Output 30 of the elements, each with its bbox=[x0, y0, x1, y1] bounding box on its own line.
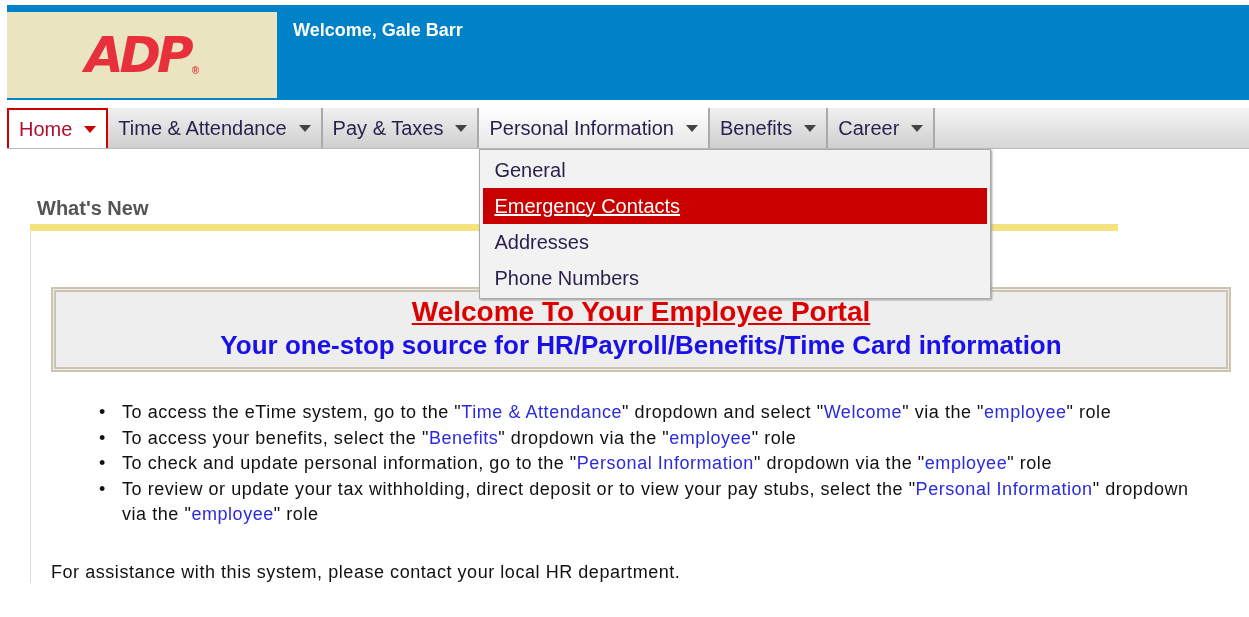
menu-item[interactable]: General bbox=[483, 152, 988, 188]
section-title: What's New bbox=[37, 197, 149, 220]
welcome-text: Welcome, Gale Barr bbox=[293, 20, 463, 41]
menu-item[interactable]: Addresses bbox=[483, 224, 988, 260]
nav-tab[interactable]: Career bbox=[828, 108, 936, 148]
menu-item[interactable]: Phone Numbers bbox=[483, 260, 988, 296]
caret-icon bbox=[84, 125, 97, 133]
banner-title: Welcome To Your Employee Portal bbox=[410, 296, 872, 328]
caret-icon bbox=[685, 124, 698, 132]
menu-item[interactable]: Emergency Contacts bbox=[483, 188, 988, 224]
logo: ADP® bbox=[84, 26, 200, 84]
banner-subtitle: Your one-stop source for HR/Payroll/Benefits/Time Card information bbox=[219, 330, 1063, 361]
nav-tab[interactable]: Time & Attendance bbox=[108, 108, 323, 148]
caret-icon bbox=[804, 124, 817, 132]
nav-tab[interactable]: Pay & Taxes bbox=[322, 108, 480, 148]
caret-icon bbox=[298, 124, 311, 132]
instruction-item: To access the eTime system, go to the "Time & Attendance" dropdown and select "Welcome" via the "employee" role bbox=[122, 401, 1113, 424]
caret-icon bbox=[911, 124, 924, 132]
nav-tab[interactable]: Personal Information bbox=[479, 108, 710, 148]
caret-icon bbox=[455, 124, 468, 132]
bullet-marker: • bbox=[99, 426, 107, 450]
instruction-item: To review or update your tax withholding, direct deposit or to view your pay stubs, select the "Personal Information" dropdown via the "employee" role bbox=[122, 477, 1190, 526]
assistance-text: For assistance with this system, please contact your local HR department. bbox=[51, 561, 681, 583]
nav-tab[interactable]: Benefits bbox=[709, 108, 829, 148]
instruction-item: To check and update personal information, go to the "Personal Information" dropdown via the "employee" role bbox=[122, 452, 1053, 475]
instruction-item: To access your benefits, select the "Benefits" dropdown via the "employee" role bbox=[122, 426, 798, 450]
bullet-marker: • bbox=[99, 477, 107, 501]
bullet-marker: • bbox=[99, 401, 107, 424]
bullet-marker: • bbox=[99, 452, 107, 475]
nav-tab[interactable]: Home bbox=[7, 108, 109, 148]
